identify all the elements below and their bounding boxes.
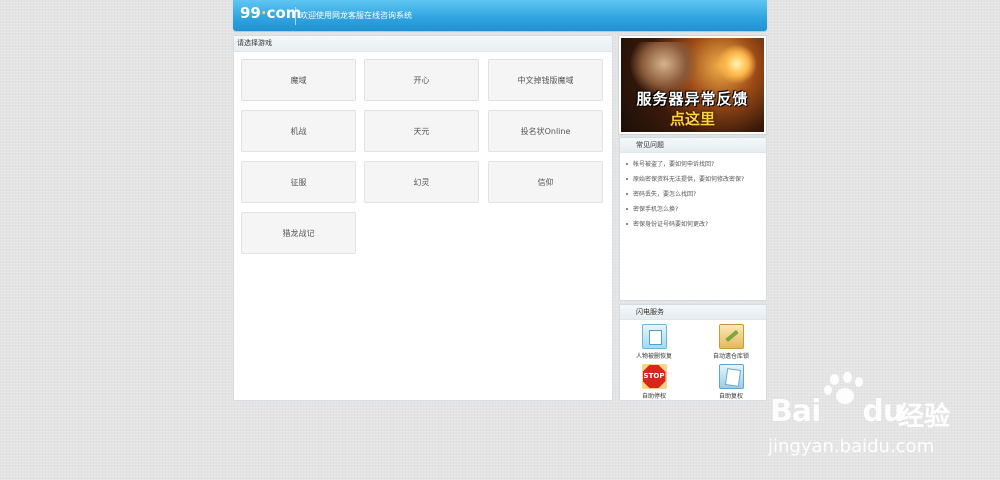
document-icon: [718, 364, 744, 389]
service-heading: 闪电服务: [620, 305, 766, 320]
faq-item[interactable]: 密保身份证号码要如何更改?: [626, 220, 744, 235]
watermark-jingyan: 经验: [898, 402, 951, 432]
bullet-icon: [626, 223, 628, 225]
faq-item-text: 密保身份证号码要如何更改?: [633, 221, 709, 228]
faq-list: 帐号被盗了，要如何申诉找回? 原始密保资料无法提供，要如何修改密保? 密码丢失，…: [626, 160, 744, 235]
faq-item-text: 原始密保资料无法提供，要如何修改密保?: [633, 176, 745, 183]
game-button-zhengfu[interactable]: 征服: [241, 161, 356, 203]
service-warehouse-lock[interactable]: 自动遗仓库锁: [701, 324, 761, 360]
bullet-icon: [626, 208, 628, 210]
faq-heading: 常见问题: [620, 138, 766, 153]
game-button-moyu-chinese[interactable]: 中文掉钱版魔域: [488, 59, 603, 101]
lightning-service-panel: 闪电服务 人物被删恢复 自动遗仓库锁 STOP 自助停权 自助复权: [619, 304, 767, 401]
bullet-icon: [626, 193, 628, 195]
watermark-url: jingyan.baidu.com: [768, 436, 935, 457]
logo-text-99: 99: [240, 4, 261, 22]
game-button-tianyuan[interactable]: 天元: [364, 110, 479, 152]
key-icon: [718, 324, 744, 349]
service-label: 自动遗仓库锁: [712, 353, 749, 360]
game-button-kaixin[interactable]: 开心: [364, 59, 479, 101]
stop-sign-icon: STOP: [641, 364, 667, 389]
service-self-suspend[interactable]: STOP 自助停权: [624, 364, 684, 400]
game-button-moyu[interactable]: 魔域: [241, 59, 356, 101]
game-button-huanling[interactable]: 幻灵: [364, 161, 479, 203]
game-button-jizhan[interactable]: 机战: [241, 110, 356, 152]
faq-item-text: 密码丢失，要怎么找回?: [633, 191, 697, 198]
faq-item-text: 密保手机怎么换?: [633, 206, 679, 213]
header-title: 欢迎使用网龙客服在线咨询系统: [300, 11, 412, 20]
faq-item[interactable]: 原始密保资料无法提供，要如何修改密保?: [626, 175, 744, 190]
faq-panel: 常见问题 帐号被盗了，要如何申诉找回? 原始密保资料无法提供，要如何修改密保? …: [619, 137, 767, 301]
document-restore-icon: [641, 324, 667, 349]
faq-item[interactable]: 密保手机怎么换?: [626, 205, 744, 220]
banner-title: 服务器异常反馈: [636, 90, 749, 108]
faq-item-text: 帐号被盗了，要如何申诉找回?: [633, 161, 715, 168]
service-label: 自助复权: [718, 393, 743, 400]
page-background: 99·com 欢迎使用网龙客服在线咨询系统 请选择游戏 魔域 开心 中文掉钱版魔…: [0, 0, 1000, 480]
game-button-lielong[interactable]: 猎龙战记: [241, 212, 356, 254]
header-divider: [295, 7, 296, 25]
watermark-bai: Bai: [770, 394, 821, 429]
banner-cta: 点这里: [669, 110, 715, 128]
bullet-icon: [626, 178, 628, 180]
faq-item[interactable]: 密码丢失，要怎么找回?: [626, 190, 744, 205]
service-label: 自助停权: [641, 393, 666, 400]
bullet-icon: [626, 163, 628, 165]
service-character-restore[interactable]: 人物被删恢复: [624, 324, 684, 360]
server-error-feedback-banner[interactable]: 服务器异常反馈 点这里: [619, 36, 766, 134]
game-button-toumingzhuang[interactable]: 投名状Online: [488, 110, 603, 152]
game-selection-panel: 请选择游戏 魔域 开心 中文掉钱版魔域 机战 天元 投名状Online 征服 幻…: [233, 35, 613, 401]
service-label: 人物被删恢复: [635, 353, 672, 360]
logo-text-com: com: [266, 4, 302, 22]
watermark-brand: Bai du: [770, 394, 904, 429]
site-logo[interactable]: 99·com: [240, 4, 301, 24]
game-button-xinyang[interactable]: 信仰: [488, 161, 603, 203]
game-selection-heading: 请选择游戏: [234, 36, 612, 52]
top-header: 99·com 欢迎使用网龙客服在线咨询系统: [233, 0, 767, 31]
service-self-restore[interactable]: 自助复权: [701, 364, 761, 400]
baidu-jingyan-watermark: Bai du 经验 jingyan.baidu.com: [768, 372, 970, 472]
banner-magic-glow: [717, 44, 757, 84]
faq-item[interactable]: 帐号被盗了，要如何申诉找回?: [626, 160, 744, 175]
